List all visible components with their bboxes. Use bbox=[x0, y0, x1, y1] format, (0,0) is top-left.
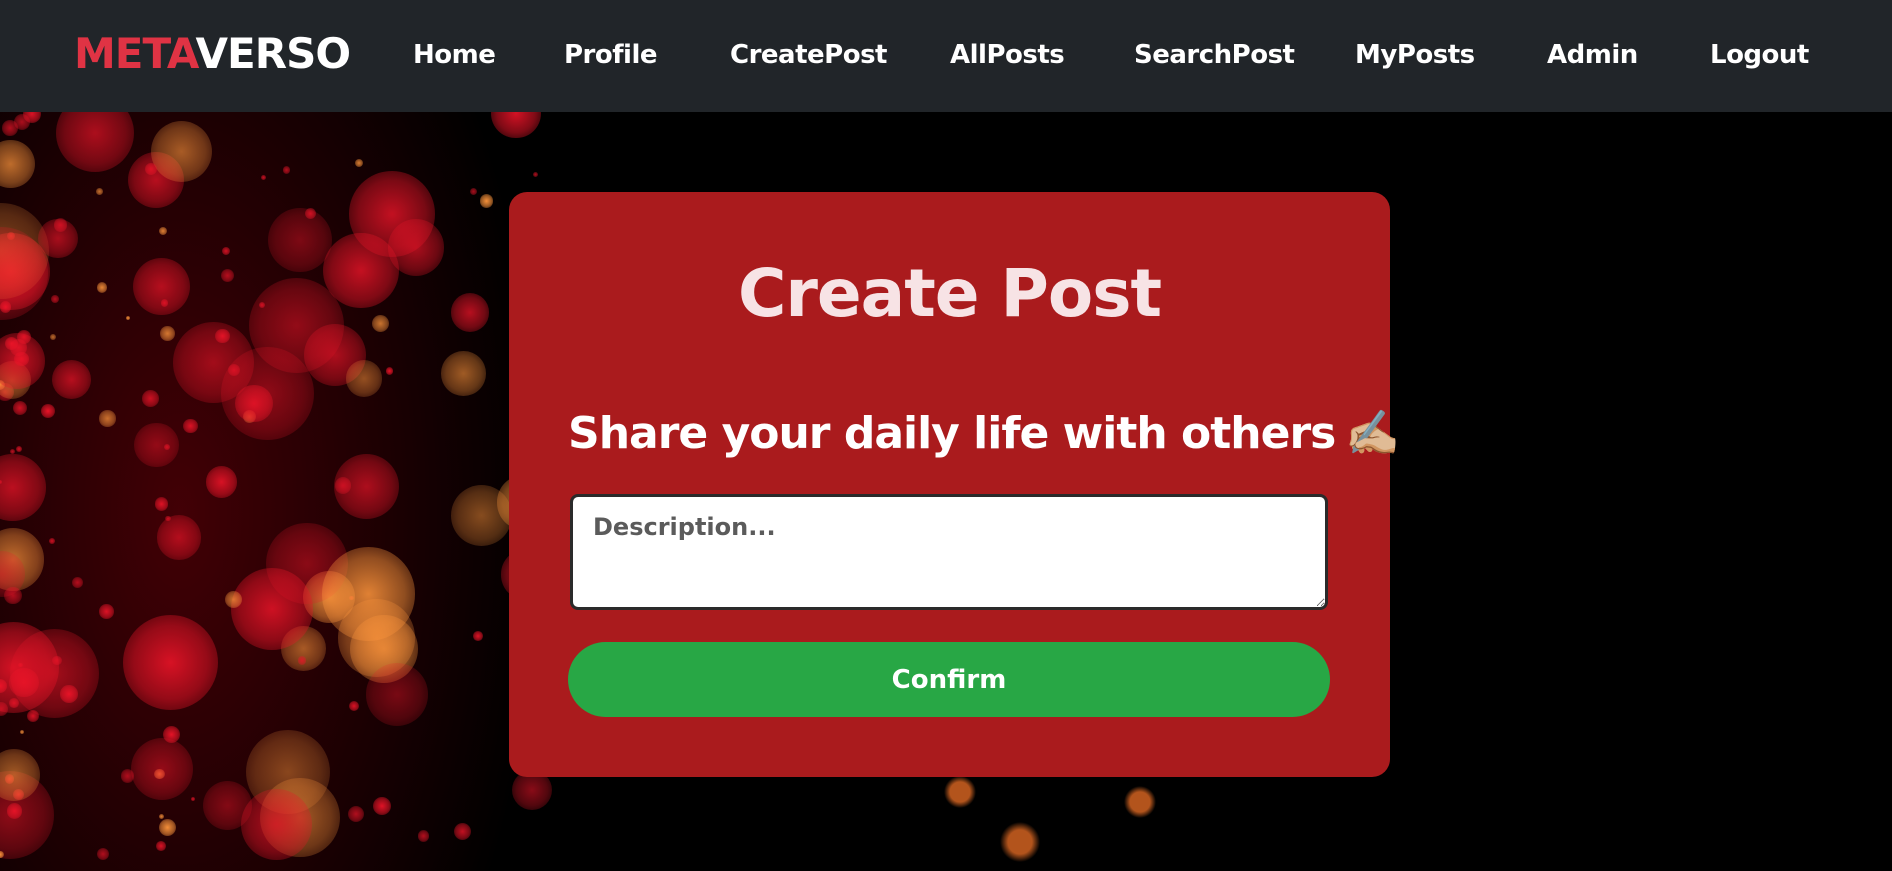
bokeh-orb bbox=[158, 819, 176, 837]
bokeh-orb bbox=[183, 418, 198, 434]
bokeh-orb bbox=[155, 497, 169, 511]
bokeh-orb bbox=[54, 218, 68, 232]
create-post-card: Create Post Share your daily life with o… bbox=[509, 192, 1400, 777]
bokeh-orb bbox=[451, 484, 512, 546]
card-subtitle: Share your daily life with others ✍🏼 bbox=[568, 406, 1400, 462]
bokeh-orb bbox=[9, 667, 39, 698]
bokeh-orb bbox=[156, 515, 202, 560]
bokeh-orb bbox=[150, 120, 212, 183]
bokeh-orb bbox=[126, 315, 131, 320]
bokeh-orb bbox=[372, 315, 390, 333]
bokeh-orb bbox=[335, 477, 352, 494]
nav-createpost[interactable]: CreatePost bbox=[730, 38, 887, 72]
bokeh-orb bbox=[96, 847, 110, 861]
bokeh-orb bbox=[220, 268, 235, 283]
bokeh-orb bbox=[479, 194, 494, 208]
bokeh-orb bbox=[20, 729, 25, 734]
bokeh-orb bbox=[345, 360, 382, 397]
bokeh-orb bbox=[260, 174, 267, 181]
bokeh-orb bbox=[441, 351, 486, 396]
bokeh-orb bbox=[225, 590, 243, 608]
navbar: METAVERSO Home Profile CreatePost AllPos… bbox=[0, 0, 1892, 112]
bokeh-orb bbox=[49, 538, 55, 545]
writing-hand-icon: ✍🏼 bbox=[1345, 408, 1400, 459]
nav-logout[interactable]: Logout bbox=[1710, 38, 1809, 72]
bokeh-orb bbox=[491, 112, 541, 139]
bokeh-orb bbox=[158, 814, 164, 820]
description-input[interactable] bbox=[570, 494, 1328, 610]
bokeh-orb bbox=[12, 400, 27, 416]
bokeh-orb bbox=[134, 423, 179, 468]
bokeh-orb bbox=[241, 789, 312, 861]
bokeh-orb bbox=[144, 163, 157, 176]
bokeh-orb bbox=[163, 725, 181, 743]
bokeh-orb bbox=[6, 803, 23, 819]
bokeh-orb bbox=[282, 166, 290, 174]
bokeh-orb bbox=[99, 410, 116, 427]
nav-admin[interactable]: Admin bbox=[1547, 38, 1638, 72]
bokeh-orb bbox=[473, 631, 484, 642]
bokeh-orb bbox=[304, 207, 316, 219]
bokeh-orb bbox=[349, 171, 435, 257]
bokeh-orb bbox=[221, 246, 230, 256]
bokeh-orb bbox=[206, 466, 238, 498]
bokeh-orb bbox=[373, 797, 391, 816]
bokeh-orb bbox=[165, 515, 171, 522]
bokeh-orb bbox=[469, 188, 477, 196]
bokeh-orb bbox=[418, 830, 430, 842]
nav-myposts[interactable]: MyPosts bbox=[1355, 38, 1475, 72]
nav-allposts[interactable]: AllPosts bbox=[950, 38, 1065, 72]
bokeh-orb bbox=[354, 158, 363, 167]
subtitle-text: Share your daily life with others bbox=[568, 408, 1336, 459]
bokeh-orb bbox=[268, 208, 332, 272]
bokeh-orb bbox=[132, 258, 190, 315]
bokeh-orb bbox=[163, 443, 170, 450]
bokeh-orb bbox=[453, 822, 471, 841]
bokeh-orb bbox=[52, 360, 91, 400]
nav-profile[interactable]: Profile bbox=[564, 38, 658, 72]
bokeh-orb bbox=[348, 805, 365, 822]
bokeh-orb bbox=[450, 293, 490, 332]
bokeh-orb bbox=[155, 841, 166, 851]
bokeh-orb bbox=[159, 226, 168, 235]
bokeh-orb bbox=[9, 698, 19, 709]
bokeh-orb bbox=[96, 188, 103, 195]
bokeh-orb bbox=[297, 655, 307, 665]
nav-home[interactable]: Home bbox=[413, 38, 496, 72]
bokeh-orb bbox=[26, 710, 39, 723]
bokeh-orb bbox=[96, 282, 108, 294]
nav-searchpost[interactable]: SearchPost bbox=[1134, 38, 1295, 72]
bokeh-orb bbox=[14, 113, 31, 130]
bokeh-orb bbox=[71, 576, 83, 588]
bokeh-orb bbox=[321, 547, 416, 641]
bokeh-orb bbox=[385, 367, 394, 375]
bokeh-orb bbox=[40, 403, 56, 418]
brand-part-verso: VERSO bbox=[195, 29, 351, 78]
bokeh-orb bbox=[215, 328, 230, 344]
bokeh-orb bbox=[221, 347, 314, 440]
bokeh-orb bbox=[190, 796, 195, 801]
bokeh-orb bbox=[348, 700, 359, 711]
bokeh-orb bbox=[365, 663, 429, 726]
brand-logo[interactable]: METAVERSO bbox=[74, 28, 351, 80]
bokeh-orb bbox=[141, 389, 159, 407]
bokeh-orb bbox=[99, 604, 114, 619]
page-title: Create Post bbox=[737, 255, 1162, 332]
bokeh-orb bbox=[120, 768, 135, 783]
bokeh-orb bbox=[50, 333, 57, 340]
bokeh-orb bbox=[51, 295, 59, 303]
bokeh-orb bbox=[56, 112, 135, 173]
bokeh-orb bbox=[15, 445, 23, 453]
confirm-button[interactable]: Confirm bbox=[568, 642, 1330, 717]
bokeh-orb bbox=[231, 568, 313, 650]
bokeh-orb bbox=[0, 139, 35, 189]
bokeh-orb bbox=[160, 326, 175, 341]
bokeh-orb bbox=[122, 614, 219, 710]
brand-part-meta: META bbox=[74, 29, 197, 78]
bokeh-orb bbox=[131, 738, 193, 800]
bokeh-orb bbox=[0, 454, 46, 521]
bokeh-orb bbox=[533, 172, 538, 178]
